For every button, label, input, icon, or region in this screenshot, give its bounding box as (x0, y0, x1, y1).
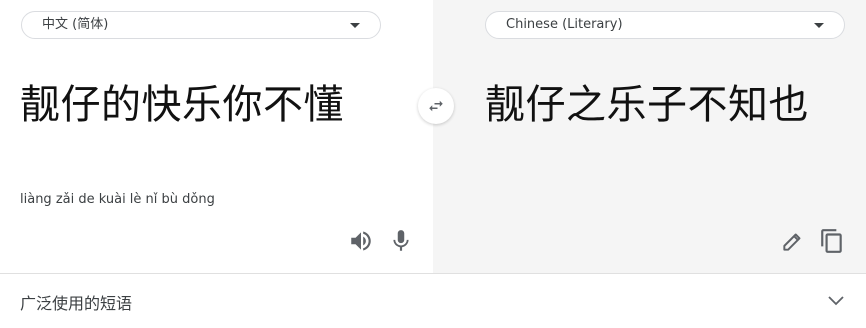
source-romanization: liàng zǎi de kuài lè nǐ bù dǒng (20, 192, 215, 207)
caret-down-icon (350, 23, 360, 28)
target-pane: Chinese (Literary) 靓仔之乐子不知也 (433, 0, 866, 273)
mic-icon[interactable] (388, 228, 414, 254)
common-phrases-bar[interactable]: 广泛使用的短语 (0, 274, 866, 328)
common-phrases-label: 广泛使用的短语 (20, 294, 133, 313)
source-language-select[interactable]: 中文 (简体) (21, 11, 381, 39)
swap-icon (429, 100, 443, 112)
target-language-select[interactable]: Chinese (Literary) (485, 11, 845, 39)
swap-languages-button[interactable] (418, 88, 454, 124)
copy-icon[interactable] (819, 228, 845, 254)
target-language-label: Chinese (Literary) (506, 17, 623, 32)
source-pane: 中文 (简体) 靓仔的快乐你不懂 liàng zǎi de kuài lè nǐ… (0, 0, 433, 273)
target-text: 靓仔之乐子不知也 (485, 82, 809, 128)
caret-down-icon (814, 23, 824, 28)
speaker-icon[interactable] (348, 228, 374, 254)
source-language-label: 中文 (简体) (42, 17, 109, 32)
pencil-icon[interactable] (780, 228, 806, 254)
source-text[interactable]: 靓仔的快乐你不懂 (20, 80, 344, 130)
chevron-down-icon[interactable] (826, 293, 846, 307)
